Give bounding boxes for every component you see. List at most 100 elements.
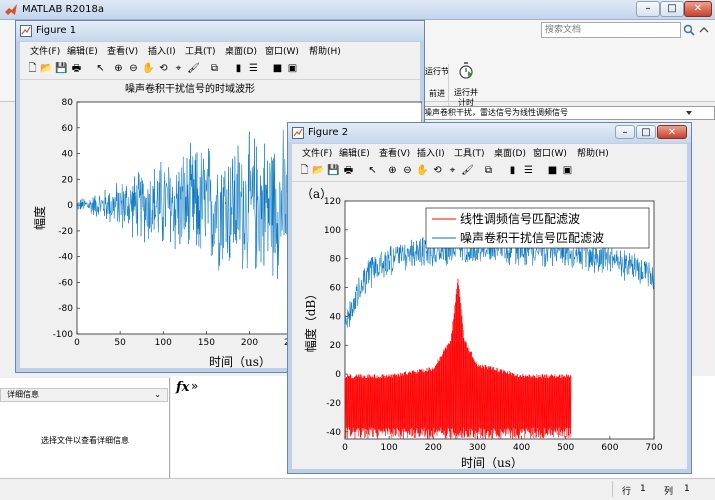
- menu-window[interactable]: 窗口(W): [533, 146, 567, 159]
- details-header[interactable]: 详细信息 ⌄: [0, 388, 168, 402]
- figure-2-minimize-button[interactable]: –: [615, 125, 635, 139]
- chart-1-title: 噪声卷积干扰信号的时域波形: [125, 82, 255, 95]
- zoom-in-icon[interactable]: ⊕: [386, 164, 399, 177]
- y-tick-label: 20: [62, 175, 74, 185]
- minimize-button[interactable]: –: [636, 1, 660, 17]
- zoom-out-icon[interactable]: ⊖: [401, 164, 414, 177]
- menu-edit[interactable]: 编辑(E): [339, 146, 370, 159]
- y-tick-label: -100: [53, 330, 74, 340]
- legend-label-lfm: 线性调频信号匹配滤波: [460, 212, 580, 226]
- save-icon[interactable]: 💾: [327, 164, 340, 177]
- menu-file[interactable]: 文件(F): [30, 44, 60, 57]
- rotate-icon[interactable]: ⟲: [157, 62, 170, 75]
- edit-plot-icon[interactable]: ↖: [366, 164, 379, 177]
- menu-window[interactable]: 窗口(W): [265, 44, 299, 57]
- x-tick-label: 100: [381, 443, 398, 453]
- close-button[interactable]: ✕: [684, 1, 712, 17]
- run-and-time-label-line1: 运行并: [454, 88, 478, 97]
- open-file-icon[interactable]: 📂: [312, 164, 325, 177]
- menu-view[interactable]: 查看(V): [107, 44, 138, 57]
- row-label: 行: [622, 487, 632, 497]
- menu-insert[interactable]: 插入(I): [148, 44, 176, 57]
- row-value: 1: [640, 484, 646, 494]
- legend-icon[interactable]: ☰: [247, 62, 260, 75]
- new-figure-icon[interactable]: 🗋: [26, 62, 39, 75]
- rotate-icon[interactable]: ⟲: [431, 164, 444, 177]
- chevron-down-icon[interactable]: ⌄: [154, 389, 161, 401]
- menu-edit[interactable]: 编辑(E): [67, 44, 98, 57]
- run-and-time-label[interactable]: 运行并 计时: [448, 88, 484, 108]
- link-plot-icon[interactable]: ⧉: [208, 62, 221, 75]
- command-prompt: »: [191, 379, 199, 393]
- figure-1-title-bar[interactable]: Figure 1: [16, 21, 424, 41]
- zoom-out-icon[interactable]: ⊖: [127, 62, 140, 75]
- y-tick-label: 0: [67, 201, 73, 211]
- new-figure-icon[interactable]: 🗋: [298, 164, 311, 177]
- dock-icon[interactable]: ▣: [561, 164, 574, 177]
- run-and-time-icon[interactable]: [458, 62, 474, 80]
- menu-file[interactable]: 文件(F): [302, 146, 332, 159]
- brush-icon[interactable]: 🖌: [187, 62, 200, 75]
- figure-2-title: Figure 2: [308, 127, 349, 138]
- menu-desktop[interactable]: 桌面(D): [225, 44, 257, 57]
- x-tick-label: 300: [469, 443, 486, 453]
- x-tick-label: 150: [198, 338, 215, 348]
- link-plot-icon[interactable]: ⧉: [482, 164, 495, 177]
- y-tick-label: 60: [330, 284, 342, 294]
- main-title-bar: MATLAB R2018a – □ ✕: [0, 0, 715, 20]
- zoom-in-icon[interactable]: ⊕: [112, 62, 125, 75]
- data-cursor-icon[interactable]: ⌖: [172, 62, 185, 75]
- hide-tools-icon[interactable]: ■: [271, 62, 284, 75]
- chart-2-legend[interactable]: 线性调频信号匹配滤波 噪声卷积干扰信号匹配滤波: [425, 207, 650, 249]
- pan-icon[interactable]: ✋: [416, 164, 429, 177]
- x-tick-label: 600: [601, 443, 618, 453]
- figure-2-window[interactable]: Figure 2 – □ ✕ 文件(F) 编辑(E) 查看(V) 插入(I) 工…: [287, 122, 692, 474]
- advance-label[interactable]: 前进: [424, 88, 450, 99]
- y-tick-label: 40: [62, 150, 74, 160]
- figure-2-axes[interactable]: （a） 0 100 200 300 400 500 600 70012010080604020…: [292, 182, 689, 471]
- chart-1-ylabel: 幅度: [32, 206, 47, 230]
- dock-icon[interactable]: ▣: [286, 62, 299, 75]
- x-tick-label: 400: [513, 443, 530, 453]
- figure-2-title-bar[interactable]: Figure 2 – □ ✕: [288, 123, 691, 143]
- colorbar-icon[interactable]: ▮: [232, 62, 245, 75]
- menu-insert[interactable]: 插入(I): [417, 146, 445, 159]
- x-tick-label: 500: [557, 443, 574, 453]
- pan-icon[interactable]: ✋: [142, 62, 155, 75]
- hide-tools-icon[interactable]: ■: [546, 164, 559, 177]
- function-browser-icon[interactable]: fx: [176, 380, 189, 395]
- legend-icon[interactable]: ☰: [522, 164, 535, 177]
- brush-icon[interactable]: 🖌: [461, 164, 474, 177]
- print-icon[interactable]: 🖶: [70, 62, 83, 75]
- figure-2-close-button[interactable]: ✕: [657, 125, 687, 139]
- x-tick-label: 700: [645, 443, 662, 453]
- folder-dropdown-icon[interactable]: [684, 108, 694, 118]
- y-tick-label: -80: [58, 304, 73, 314]
- colorbar-icon[interactable]: ▮: [506, 164, 519, 177]
- figure-2-maximize-button[interactable]: □: [636, 125, 656, 139]
- save-icon[interactable]: 💾: [55, 62, 68, 75]
- menu-help[interactable]: 帮助(H): [309, 44, 341, 57]
- y-tick-label: -40: [58, 253, 73, 263]
- figure-2-menu-bar: 文件(F) 编辑(E) 查看(V) 插入(I) 工具(T) 桌面(D) 窗口(W…: [292, 144, 687, 160]
- print-icon[interactable]: 🖶: [342, 164, 355, 177]
- figure-1-title: Figure 1: [36, 25, 77, 36]
- edit-plot-icon[interactable]: ↖: [94, 62, 107, 75]
- search-input[interactable]: 搜索文档: [541, 22, 681, 38]
- menu-view[interactable]: 查看(V): [379, 146, 410, 159]
- run-section-label[interactable]: 运行节: [424, 66, 450, 77]
- maximize-button[interactable]: □: [660, 1, 684, 17]
- y-tick-label: -40: [326, 428, 341, 438]
- menu-help[interactable]: 帮助(H): [577, 146, 609, 159]
- search-icon[interactable]: [683, 24, 695, 36]
- collapse-ribbon-icon[interactable]: [698, 24, 710, 36]
- menu-tools[interactable]: 工具(T): [454, 146, 485, 159]
- data-cursor-icon[interactable]: ⌖: [446, 164, 459, 177]
- figure-1-toolbar: 🗋 📂 💾 🖶 ↖ ⊕ ⊖ ✋ ⟲ ⌖ 🖌 ⧉ ▮ ☰ ■ ▣: [20, 58, 420, 80]
- menu-tools[interactable]: 工具(T): [185, 44, 216, 57]
- current-folder-text: 噪声卷积干扰，雷达信号为线性调频信号: [424, 108, 568, 117]
- matlab-logo-icon: [5, 4, 17, 15]
- current-folder-bar[interactable]: 噪声卷积干扰，雷达信号为线性调频信号: [420, 106, 715, 120]
- menu-desktop[interactable]: 桌面(D): [494, 146, 526, 159]
- open-file-icon[interactable]: 📂: [40, 62, 53, 75]
